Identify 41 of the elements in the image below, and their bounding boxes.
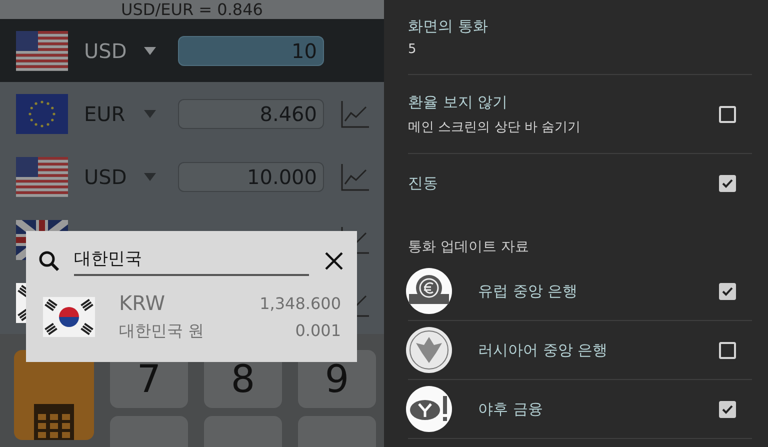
euro-coin-icon (406, 268, 452, 314)
setting-title: 환율 보지 않기 (408, 92, 509, 112)
close-icon[interactable] (325, 252, 343, 270)
setting-title: 화면의 통화 (408, 17, 489, 36)
currency-name: 대한민국 원 (119, 321, 204, 342)
section-header: 통화 업데이트 자료 (408, 238, 530, 257)
flag-icon (16, 156, 68, 196)
currency-row[interactable]: USD 10 (0, 19, 384, 82)
amount-field[interactable]: 8.460 (178, 98, 324, 128)
checkbox[interactable] (719, 400, 736, 418)
y-logo-icon (406, 386, 452, 432)
source-name: 유럽 중앙 은행 (478, 282, 579, 300)
checkbox[interactable] (719, 174, 736, 192)
amount-field[interactable]: 10.000 (178, 162, 324, 192)
search-icon (38, 250, 60, 272)
currency-code: USD (84, 164, 128, 188)
amount-field[interactable]: 10 (178, 36, 324, 66)
checkbox[interactable] (719, 106, 736, 122)
currency-code: USD (84, 38, 128, 62)
check-icon (722, 178, 733, 188)
flag-icon (16, 94, 68, 134)
exchange-rate-bar: USD/EUR = 0.846 (0, 0, 384, 19)
flag-icon (43, 296, 95, 336)
check-icon (722, 286, 733, 296)
currency-code: KRW (119, 291, 166, 315)
search-field[interactable]: 대한민국 (74, 246, 309, 276)
calculator-icon (34, 404, 74, 440)
flag-icon (16, 30, 68, 70)
source-name: 야후 금융 (478, 400, 544, 418)
check-icon (722, 404, 733, 414)
exchange-rate: 1,348.600 (260, 294, 341, 312)
currency-code: EUR (84, 102, 126, 126)
setting-summary: 메인 스크린의 상단 바 숨기기 (408, 118, 582, 136)
eagle-emblem-icon (406, 327, 452, 373)
setting-value: 5 (408, 42, 418, 57)
inverse-rate: 0.001 (295, 320, 341, 340)
checkbox[interactable] (719, 342, 736, 358)
dropdown-caret-icon[interactable] (144, 46, 156, 54)
source-name: 러시아어 중앙 은행 (478, 340, 609, 360)
setting-title: 진동 (408, 174, 439, 192)
checkbox[interactable] (719, 282, 736, 300)
